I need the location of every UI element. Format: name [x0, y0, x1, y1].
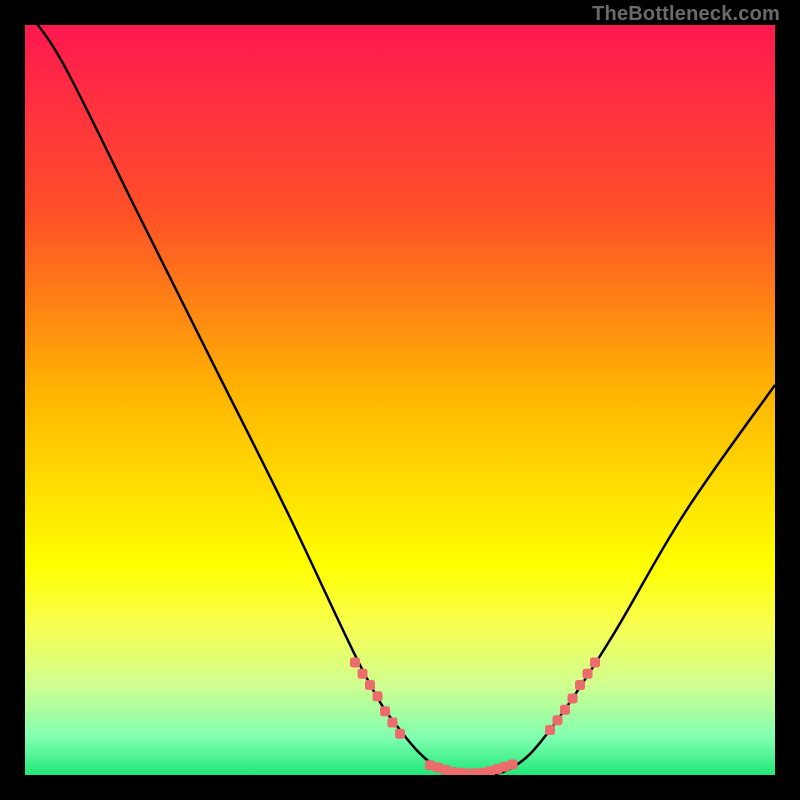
data-point-marker: [350, 658, 360, 668]
data-point-marker: [395, 729, 405, 739]
data-point-marker: [380, 706, 390, 716]
data-point-marker: [568, 694, 578, 704]
data-point-marker: [560, 705, 570, 715]
watermark-text: TheBottleneck.com: [592, 3, 780, 26]
gradient-background: [25, 25, 775, 775]
data-point-marker: [545, 725, 555, 735]
data-point-marker: [575, 680, 585, 690]
data-point-marker: [583, 669, 593, 679]
bottleneck-chart: [25, 25, 775, 775]
data-point-marker: [590, 658, 600, 668]
data-point-marker: [508, 760, 518, 770]
chart-area: [25, 25, 775, 775]
data-point-marker: [358, 669, 368, 679]
data-point-marker: [365, 680, 375, 690]
data-point-marker: [388, 718, 398, 728]
data-point-marker: [553, 715, 563, 725]
data-point-marker: [373, 691, 383, 701]
